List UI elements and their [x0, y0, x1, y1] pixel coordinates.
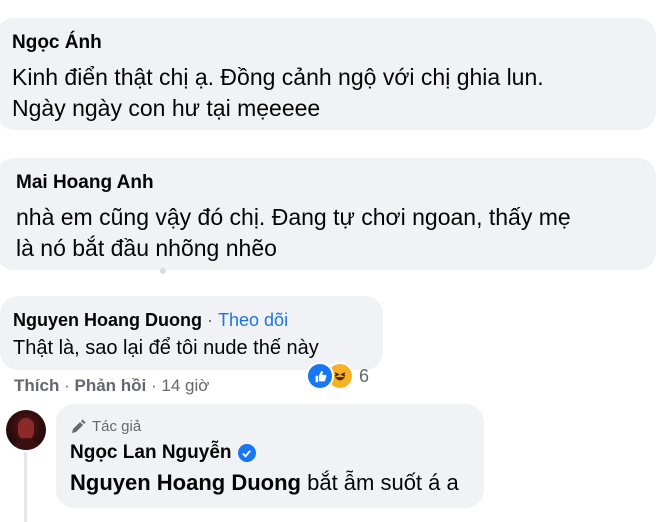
- like-icon: [306, 362, 334, 390]
- reaction-count: 6: [359, 365, 370, 386]
- timestamp[interactable]: 14 giờ: [161, 376, 209, 395]
- comment-line: Ngày ngày con hư tại mẹeeee: [12, 95, 321, 121]
- comment-line: là nó bắt đầu nhõng nhẽo: [16, 235, 277, 261]
- reply-bubble: Tác giả Ngọc Lan Nguyễn Nguyen Hoang Duo…: [56, 404, 484, 508]
- comment-text: nhà em cũng vậy đó chị. Đang tự chơi ngo…: [16, 202, 571, 264]
- reply-text: Nguyen Hoang Duong bắt ẫm suốt á a: [70, 470, 459, 496]
- like-link[interactable]: Thích: [14, 376, 59, 395]
- separator: ·: [64, 376, 70, 395]
- reply-header: Ngọc Lan Nguyễn: [70, 442, 256, 464]
- author-badge: Tác giả: [70, 418, 141, 435]
- verified-icon: [237, 444, 256, 462]
- comment-text: Thật là, sao lại để tôi nude thế này: [13, 337, 319, 359]
- mention-link[interactable]: Nguyen Hoang Duong: [70, 470, 301, 495]
- reply-body: bắt ẫm suốt á a: [300, 470, 459, 495]
- comment-author[interactable]: Nguyen Hoang Duong: [13, 310, 202, 330]
- comment-bubble: Ngọc Ánh Kinh điển thật chị ạ. Đồng cảnh…: [0, 18, 656, 130]
- reply-author[interactable]: Ngọc Lan Nguyễn: [70, 442, 232, 464]
- avatar[interactable]: [6, 410, 46, 450]
- separator: ·: [151, 376, 157, 395]
- comment-actions: Thích · Phản hồi · 14 giờ: [14, 376, 209, 396]
- pen-icon: [72, 419, 86, 433]
- reaction-summary[interactable]: 6: [306, 362, 370, 390]
- comment-line: nhà em cũng vậy đó chị. Đang tự chơi ngo…: [16, 204, 571, 230]
- author-badge-label: Tác giả: [92, 418, 142, 435]
- separator: ·: [207, 310, 213, 330]
- comment-bubble: Nguyen Hoang Duong · Theo dõi Thật là, s…: [0, 296, 383, 370]
- comment-text: Kinh điển thật chị ạ. Đồng cảnh ngộ với …: [12, 62, 544, 124]
- follow-link[interactable]: Theo dõi: [218, 310, 288, 330]
- thread-dot: [160, 268, 166, 274]
- comment-author[interactable]: Mai Hoang Anh: [16, 172, 154, 194]
- comment-header: Nguyen Hoang Duong · Theo dõi: [13, 310, 288, 331]
- reply-link[interactable]: Phản hồi: [74, 376, 146, 395]
- comment-author[interactable]: Ngọc Ánh: [12, 32, 102, 54]
- comment-bubble: Mai Hoang Anh nhà em cũng vậy đó chị. Đa…: [0, 158, 656, 270]
- comment-line: Kinh điển thật chị ạ. Đồng cảnh ngộ với …: [12, 64, 544, 90]
